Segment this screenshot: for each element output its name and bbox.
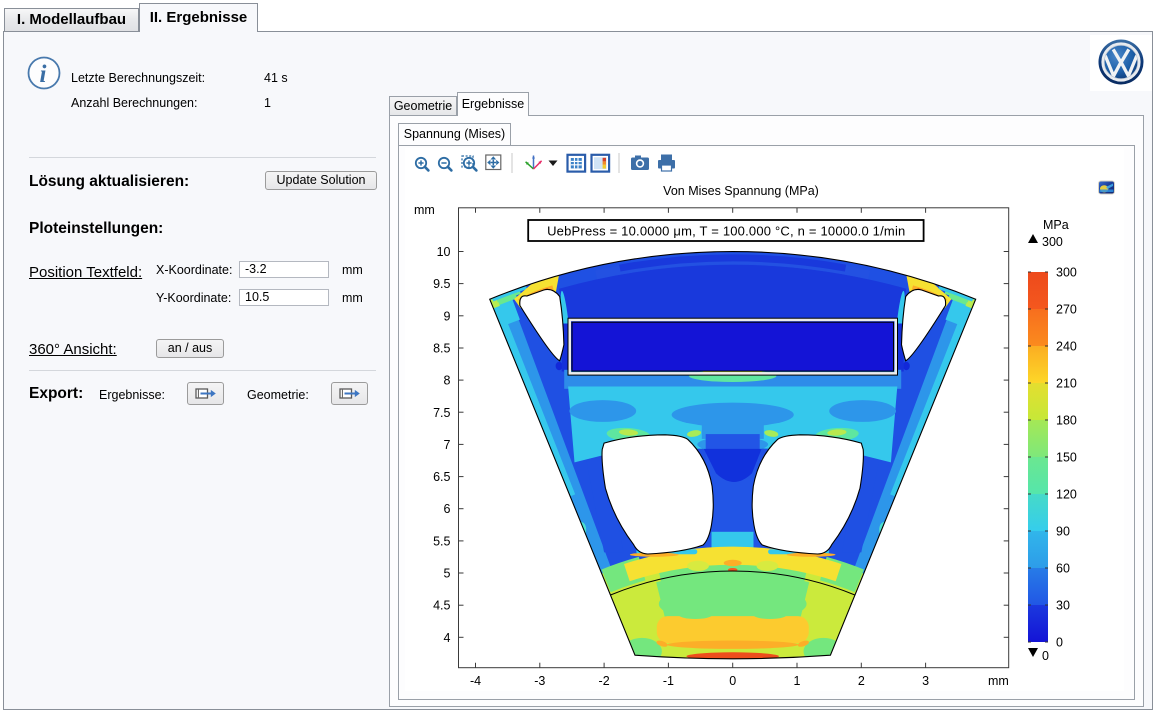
svg-text:mm: mm <box>988 674 1009 688</box>
svg-text:UebPress = 10.0000 μm, T = 100: UebPress = 10.0000 μm, T = 100.000 °C, n… <box>547 224 905 239</box>
svg-text:180: 180 <box>1056 414 1077 428</box>
svg-text:150: 150 <box>1056 451 1077 465</box>
svg-text:8.5: 8.5 <box>433 342 450 356</box>
svg-text:1: 1 <box>794 674 801 688</box>
svg-text:240: 240 <box>1056 340 1077 354</box>
svg-text:8: 8 <box>444 374 451 388</box>
svg-text:Von Mises Spannung (MPa): Von Mises Spannung (MPa) <box>663 184 819 198</box>
svg-text:7: 7 <box>444 438 451 452</box>
svg-text:60: 60 <box>1056 562 1070 576</box>
svg-text:300: 300 <box>1042 235 1063 249</box>
svg-text:mm: mm <box>414 203 435 217</box>
svg-text:-3: -3 <box>534 674 545 688</box>
svg-text:7.5: 7.5 <box>433 406 450 420</box>
svg-text:0: 0 <box>729 674 736 688</box>
svg-text:-4: -4 <box>470 674 481 688</box>
svg-text:210: 210 <box>1056 377 1077 391</box>
svg-text:i: i <box>40 61 47 88</box>
svg-text:4.5: 4.5 <box>433 599 450 613</box>
svg-text:-2: -2 <box>599 674 610 688</box>
svg-text:-1: -1 <box>663 674 674 688</box>
svg-text:5.5: 5.5 <box>433 534 450 548</box>
svg-text:270: 270 <box>1056 303 1077 317</box>
svg-text:300: 300 <box>1056 266 1077 280</box>
svg-text:MPa: MPa <box>1043 218 1069 232</box>
svg-text:4: 4 <box>444 631 451 645</box>
svg-text:6.5: 6.5 <box>433 470 450 484</box>
svg-text:10: 10 <box>437 245 451 259</box>
svg-text:6: 6 <box>444 502 451 516</box>
svg-text:120: 120 <box>1056 488 1077 502</box>
svg-text:5: 5 <box>444 567 451 581</box>
svg-text:30: 30 <box>1056 599 1070 613</box>
svg-text:3: 3 <box>922 674 929 688</box>
svg-text:9: 9 <box>444 309 451 323</box>
svg-text:2: 2 <box>858 674 865 688</box>
svg-text:9.5: 9.5 <box>433 277 450 291</box>
svg-text:0: 0 <box>1042 649 1049 663</box>
svg-text:90: 90 <box>1056 525 1070 539</box>
svg-text:0: 0 <box>1056 636 1063 650</box>
